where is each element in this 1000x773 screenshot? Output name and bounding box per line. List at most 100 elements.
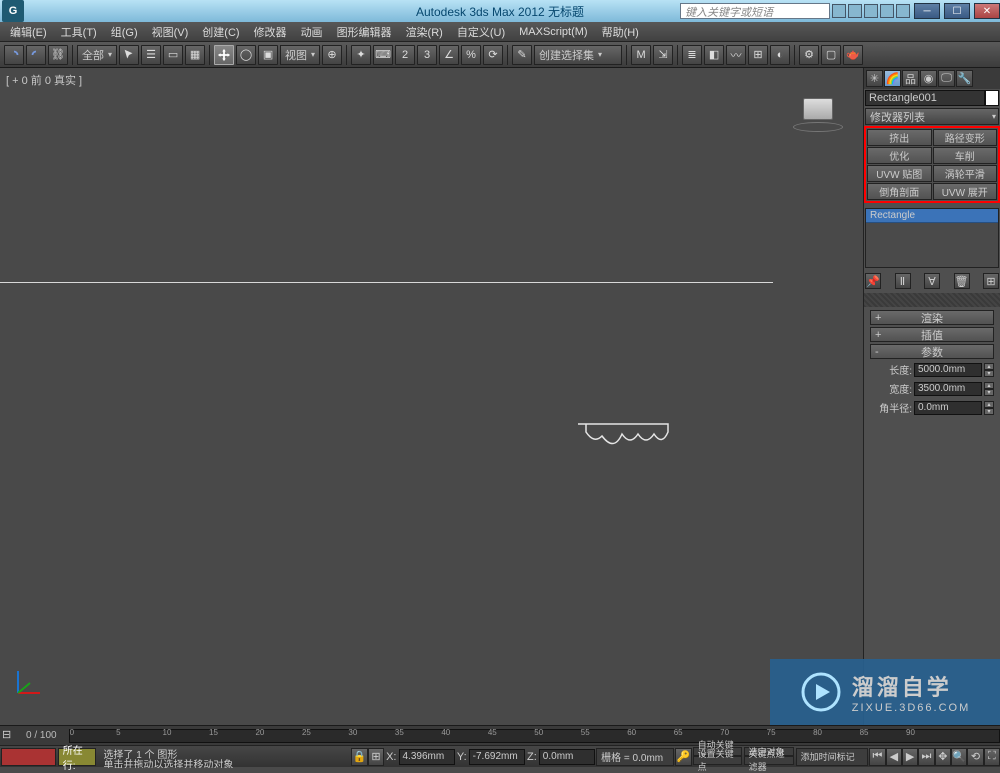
playback-prev-icon[interactable]: ◀ [886,748,902,766]
spinner-snap-button[interactable]: ⟳ [483,45,503,65]
menu-maxscript[interactable]: MAXScript(M) [519,26,587,38]
redo-button[interactable] [26,45,46,65]
make-unique-icon[interactable]: ∀ [924,273,940,289]
param-radius-spinner[interactable]: ▴▾ [984,401,994,415]
mod-bevelprofile-button[interactable]: 倒角剖面 [867,183,932,200]
link-button[interactable]: ⛓ [48,45,68,65]
add-time-tag-button[interactable]: 添加时间标记 [796,748,869,766]
select-manipulate-button[interactable]: ✦ [351,45,371,65]
percent-snap-button[interactable]: % [461,45,481,65]
render-button[interactable]: 🫖 [843,45,863,65]
select-and-rotate-button[interactable]: ◯ [236,45,256,65]
rollout-interp[interactable]: +插值 [870,327,994,342]
timeline-config-icon[interactable]: ⊟ [2,728,18,744]
absolute-coord-icon[interactable]: ⊞ [368,748,384,766]
lock-selection-icon[interactable]: 🔒 [351,748,367,766]
menu-render[interactable]: 渲染(R) [406,24,443,40]
curve-editor-button[interactable]: 〰 [726,45,746,65]
window-crossing-button[interactable]: ▦ [185,45,205,65]
mod-extrude-button[interactable]: 挤出 [867,129,932,146]
nav-pan-icon[interactable]: ✥ [935,748,951,766]
menu-edit[interactable]: 编辑(E) [10,24,47,40]
param-radius-input[interactable]: 0.0mm [914,401,982,415]
mod-uvwunwrap-button[interactable]: UVW 展开 [933,183,998,200]
use-pivot-center-button[interactable]: ⊕ [322,45,342,65]
row-indicator[interactable]: 所在行: [58,748,97,766]
edit-named-selection-button[interactable]: ✎ [512,45,532,65]
configure-sets-icon[interactable]: ⊞ [983,273,999,289]
key-mode-icon[interactable]: 🔑 [675,748,691,766]
menu-view[interactable]: 视图(V) [152,24,189,40]
align-button[interactable]: ⇲ [653,45,673,65]
layers-button[interactable]: ≣ [682,45,702,65]
key-filter-button[interactable]: 关键点过滤器 [744,756,794,765]
nav-maximize-icon[interactable]: ⛶ [984,748,1000,766]
object-name-field[interactable]: Rectangle001 [865,90,985,106]
coord-z-input[interactable]: 0.0mm [539,749,595,765]
rollout-render[interactable]: +渲染 [870,310,994,325]
menu-graph-editor[interactable]: 图形编辑器 [337,24,392,40]
mod-uvwmap-button[interactable]: UVW 贴图 [867,165,932,182]
playback-start-icon[interactable]: ⏮ [869,748,885,766]
modifier-stack[interactable]: Rectangle [865,208,999,268]
param-length-spinner[interactable]: ▴▾ [984,363,994,377]
viewcube-icon[interactable] [803,98,833,120]
object-color-swatch[interactable] [985,90,999,106]
mod-pathdeform-button[interactable]: 路径变形 [933,129,998,146]
angle-snap-button[interactable]: ∠ [439,45,459,65]
mod-optimize-button[interactable]: 优化 [867,147,932,164]
menu-help[interactable]: 帮助(H) [602,24,639,40]
coord-y-input[interactable]: -7.692mm [469,749,525,765]
motion-tab-icon[interactable]: ◉ [920,70,937,87]
show-endresult-icon[interactable]: Ⅱ [895,273,911,289]
remove-modifier-icon[interactable]: 🗑 [954,273,970,289]
param-width-input[interactable]: 3500.0mm [914,382,982,396]
viewport[interactable]: [ + 0 前 0 真实 ] [0,68,863,725]
snap-toggle-3d[interactable]: 3 [417,45,437,65]
menu-group[interactable]: 组(G) [111,24,138,40]
schematic-view-button[interactable]: ⊞ [748,45,768,65]
select-and-scale-button[interactable]: ▣ [258,45,278,65]
rectangular-selection-button[interactable]: ▭ [163,45,183,65]
create-tab-icon[interactable]: ✳ [866,70,883,87]
setkey-button[interactable]: 设置关键点 [693,756,742,765]
menu-tools[interactable]: 工具(T) [61,24,97,40]
selection-filter-dropdown[interactable]: 全部▾ [77,45,117,65]
playback-play-icon[interactable]: ▶ [902,748,918,766]
material-editor-button[interactable]: ◐ [770,45,790,65]
undo-button[interactable] [4,45,24,65]
nav-orbit-icon[interactable]: ⟲ [967,748,983,766]
utilities-tab-icon[interactable]: 🔧 [956,70,973,87]
spline-object[interactable] [576,422,672,452]
select-by-name-button[interactable]: ☰ [141,45,161,65]
timeline-track[interactable]: 0 5 10 15 20 25 30 35 40 45 50 55 60 65 … [69,729,1000,743]
coord-x-input[interactable]: 4.396mm [399,749,455,765]
mod-lathe-button[interactable]: 车削 [933,147,998,164]
keyboard-shortcut-button[interactable]: ⌨ [373,45,393,65]
menu-customize[interactable]: 自定义(U) [457,24,505,40]
snap-toggle-2d[interactable]: 2 [395,45,415,65]
modifier-list-dropdown[interactable]: 修改器列表▾ [865,108,999,125]
display-tab-icon[interactable]: 🖵 [938,70,955,87]
playback-next-icon[interactable]: ⏭ [918,748,934,766]
graphite-button[interactable]: ◧ [704,45,724,65]
stack-item-rectangle[interactable]: Rectangle [866,209,998,223]
render-frame-button[interactable]: ▢ [821,45,841,65]
param-length-input[interactable]: 5000.0mm [914,363,982,377]
timeline[interactable]: ⊟ 0 / 100 0 5 10 15 20 25 30 35 40 45 50… [0,725,1000,745]
pin-stack-icon[interactable]: 📌 [865,273,881,289]
modify-tab-icon[interactable]: 🌈 [884,70,901,87]
menu-create[interactable]: 创建(C) [202,24,239,40]
reference-coord-dropdown[interactable]: 视图▾ [280,45,320,65]
mod-turbosmooth-button[interactable]: 涡轮平滑 [933,165,998,182]
rollout-params[interactable]: -参数 [870,344,994,359]
select-object-button[interactable] [119,45,139,65]
menu-modifier[interactable]: 修改器 [254,24,287,40]
mirror-button[interactable]: M [631,45,651,65]
named-selection-dropdown[interactable]: 创建选择集▾ [534,45,622,65]
maxscript-mini-listener[interactable] [1,748,56,766]
hierarchy-tab-icon[interactable]: 品 [902,70,919,87]
select-and-move-button[interactable] [214,45,234,65]
render-setup-button[interactable]: ⚙ [799,45,819,65]
menu-animation[interactable]: 动画 [301,24,323,40]
